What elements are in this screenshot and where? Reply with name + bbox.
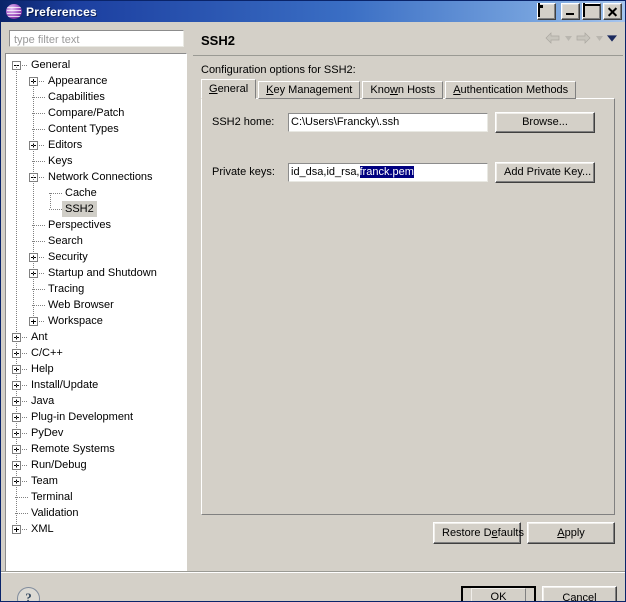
tree-item-label: Ant <box>31 331 48 343</box>
tree-item-label: Editors <box>48 139 83 151</box>
tree-item-label: Network Connections <box>48 171 153 183</box>
tree-connector <box>49 209 62 210</box>
ssh2-home-label: SSH2 home: <box>212 116 275 128</box>
tree-item-label: Content Types <box>48 123 119 135</box>
tab-strip: General Key Management Known Hosts Authenti… <box>201 79 615 99</box>
preference-tree-pane: General Appearance Capabilities Compare/Pat… <box>5 27 187 573</box>
footer-button-bar: OK Cancel <box>461 586 617 601</box>
tree-item-remote-systems[interactable]: Remote Systems <box>6 441 186 457</box>
tree-guide <box>33 81 34 321</box>
tab-authentication-methods[interactable]: Authentication Methods <box>445 81 577 99</box>
tree-item-run-debug[interactable]: Run/Debug <box>6 457 186 473</box>
tree-item-label: Team <box>31 475 58 487</box>
back-arrow-icon[interactable] <box>545 32 560 44</box>
tree-item-plug-in-development[interactable]: Plug-in Development <box>6 409 186 425</box>
tree-item-pydev[interactable]: PyDev <box>6 425 186 441</box>
forward-dropdown-icon[interactable] <box>594 32 604 44</box>
tree-item-label: XML <box>31 523 54 535</box>
maximize-icon[interactable] <box>582 3 601 20</box>
tab-known-hosts[interactable]: Known Hosts <box>362 81 444 99</box>
dialog-body: General Appearance Capabilities Compare/Pat… <box>1 22 625 601</box>
tree-item-help[interactable]: Help <box>6 361 186 377</box>
cancel-button[interactable]: Cancel <box>542 586 617 601</box>
ssh2-home-input[interactable]: C:\Users\Francky\.ssh <box>288 112 488 132</box>
page-title: SSH2 <box>201 32 235 48</box>
preference-page-pane: SSH2 Configuration options for SSH2: Gen… <box>193 25 623 573</box>
tree-item-label: Plug-in Development <box>31 411 134 423</box>
tab-key-management[interactable]: Key Management <box>258 81 361 99</box>
page-nav-tools <box>545 32 617 44</box>
private-keys-value-plain: id_dsa,id_rsa, <box>291 165 360 178</box>
view-menu-icon[interactable] <box>607 32 617 44</box>
browse-button[interactable]: Browse... <box>495 111 595 133</box>
tree-item-c-c-[interactable]: C/C++ <box>6 345 186 361</box>
tree-item-label: Help <box>31 363 54 375</box>
tree-item-label: Terminal <box>31 491 73 503</box>
window-title: Preferences <box>26 4 97 19</box>
close-icon[interactable] <box>603 3 622 20</box>
ok-button-label: OK <box>471 588 526 601</box>
tree-item-label: Capabilities <box>48 91 105 103</box>
dialog-footer: ? OK Cancel <box>1 574 625 601</box>
minimize-icon[interactable] <box>561 3 580 20</box>
tree-item-label: Startup and Shutdown <box>48 267 157 279</box>
tree-guide <box>50 193 51 209</box>
restore-defaults-button[interactable]: Restore Defaults <box>433 522 524 544</box>
window-controls <box>537 3 625 20</box>
page-button-bar: Restore Defaults Apply <box>433 522 615 544</box>
tree-item-label: Validation <box>31 507 79 519</box>
private-keys-value-selected: franck.pem <box>359 165 414 178</box>
preferences-dialog: Preferences General Appearance Capabilitie… <box>0 0 626 602</box>
footer-separator <box>1 571 625 572</box>
tree-item-ant[interactable]: Ant <box>6 329 186 345</box>
private-keys-label: Private keys: <box>212 166 275 178</box>
tree-item-label: Run/Debug <box>31 459 87 471</box>
private-keys-input[interactable]: id_dsa,id_rsa,franck.pem <box>288 162 488 182</box>
tree-item-label: Search <box>48 235 83 247</box>
back-dropdown-icon[interactable] <box>563 32 573 44</box>
title-bar: Preferences <box>1 1 625 22</box>
tree-item-install-update[interactable]: Install/Update <box>6 377 186 393</box>
tree-item-xml[interactable]: XML <box>6 521 186 537</box>
tree-item-label: Install/Update <box>31 379 99 391</box>
tree-item-label: Keys <box>48 155 73 167</box>
help-icon[interactable]: ? <box>17 587 40 601</box>
tree-item-label: Web Browser <box>48 299 114 311</box>
tab-panel-general: SSH2 home: C:\Users\Francky\.ssh Browse.… <box>201 98 615 515</box>
tree-item-label: Appearance <box>48 75 108 87</box>
tree-item-label: General <box>31 59 71 71</box>
add-private-key-button[interactable]: Add Private Key... <box>495 161 595 183</box>
tree-item-label: C/C++ <box>31 347 63 359</box>
tree-item-team[interactable]: Team <box>6 473 186 489</box>
apply-button[interactable]: Apply <box>527 522 615 544</box>
private-keys-row: Private keys: id_dsa,id_rsa,franck.pem A… <box>212 161 604 183</box>
page-header: SSH2 <box>193 25 623 56</box>
tree-item-terminal[interactable]: Terminal <box>6 489 186 505</box>
page-description: Configuration options for SSH2: <box>201 64 356 76</box>
tree-item-label: Security <box>48 251 88 263</box>
filter-input[interactable] <box>9 30 184 47</box>
tree-guide <box>16 65 17 529</box>
tree-item-general[interactable]: General <box>6 57 186 73</box>
preference-tree[interactable]: General Appearance Capabilities Compare/Pat… <box>5 53 187 573</box>
tree-item-label: Compare/Patch <box>48 107 125 119</box>
tree-item-label: Java <box>31 395 55 407</box>
ok-button[interactable]: OK <box>461 586 536 601</box>
ssh2-tab-folder: General Key Management Known Hosts Authenti… <box>201 79 615 515</box>
tree-item-label: Workspace <box>48 315 103 327</box>
eclipse-sphere-icon <box>6 4 22 19</box>
tree-item-label: Cache <box>65 187 97 199</box>
contextual-help-icon[interactable] <box>537 3 556 20</box>
tree-item-validation[interactable]: Validation <box>6 505 186 521</box>
forward-arrow-icon[interactable] <box>576 32 591 44</box>
ssh2-home-row: SSH2 home: C:\Users\Francky\.ssh Browse.… <box>212 111 604 133</box>
tree-item-label: PyDev <box>31 427 64 439</box>
tab-general[interactable]: General <box>201 79 257 99</box>
tree-item-java[interactable]: Java <box>6 393 186 409</box>
tree-item-label: Perspectives <box>48 219 111 231</box>
tree-item-label: SSH2 <box>62 201 97 217</box>
tree-item-label: Tracing <box>48 283 85 295</box>
tree-item-label: Remote Systems <box>31 443 115 455</box>
